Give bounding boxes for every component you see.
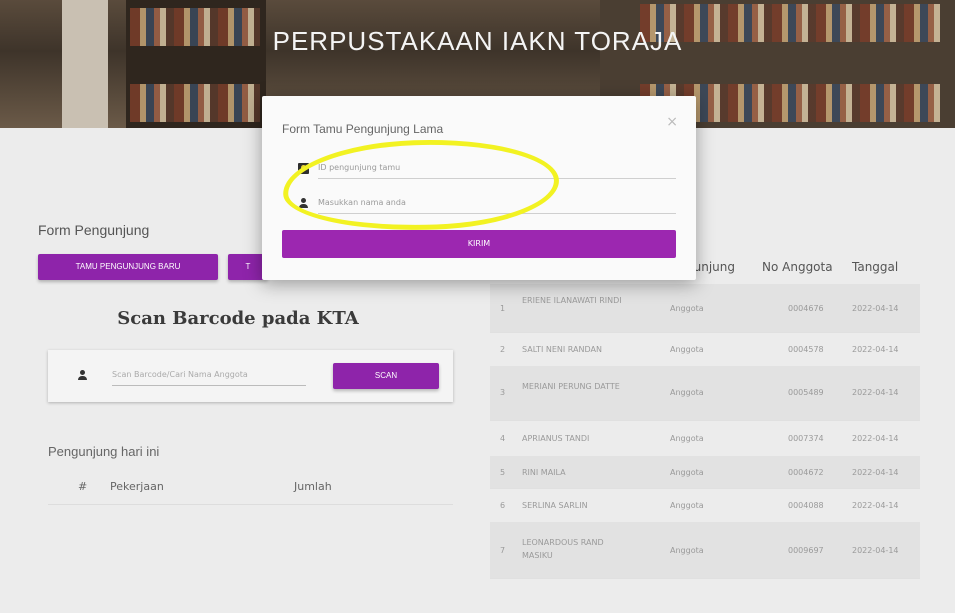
row-type: Anggota xyxy=(670,468,704,477)
modal-title: Form Tamu Pengunjung Lama xyxy=(282,122,444,136)
row-name: ERIENE ILANAWATI RINDI xyxy=(522,296,622,305)
page-title: PERPUSTAKAAN IAKN TORAJA xyxy=(272,26,683,56)
col-member-no: No Anggota xyxy=(762,260,833,274)
today-table-header: # Pekerjaan Jumlah xyxy=(48,474,453,505)
row-name: RINI MAILA xyxy=(522,468,566,477)
table-row[interactable]: 5 RINI MAILA Anggota 0004672 2022-04-14 xyxy=(490,456,920,489)
row-name: SERLINA SARLIN xyxy=(522,501,588,510)
row-type: Anggota xyxy=(670,304,704,313)
row-type: Anggota xyxy=(670,501,704,510)
row-member-no: 0004088 xyxy=(788,501,824,510)
banner-books xyxy=(130,84,260,122)
scan-input[interactable]: Scan Barcode/Cari Nama Anggota xyxy=(112,365,306,386)
row-member-no: 0004672 xyxy=(788,468,824,477)
row-number: 5 xyxy=(500,468,506,477)
row-number: 3 xyxy=(500,388,506,397)
row-member-no: 0009697 xyxy=(788,546,824,555)
scan-heading: Scan Barcode pada KTA xyxy=(117,308,359,329)
row-member-no: 0005489 xyxy=(788,388,824,397)
table-row[interactable]: 6 SERLINA SARLIN Anggota 0004088 2022-04… xyxy=(490,488,920,523)
today-title: Pengunjung hari ini xyxy=(48,444,160,459)
send-button[interactable]: KIRIM xyxy=(282,230,676,258)
table-row[interactable]: 4 APRIANUS TANDI Anggota 0007374 2022-04… xyxy=(490,420,920,457)
scan-button[interactable]: SCAN xyxy=(333,363,439,389)
row-member-no: 0007374 xyxy=(788,434,824,443)
table-row[interactable]: 2 SALTI NENI RANDAN Anggota 0004578 2022… xyxy=(490,332,920,367)
row-type: Anggota xyxy=(670,345,704,354)
row-member-no: 0004578 xyxy=(788,345,824,354)
banner-pillar xyxy=(62,0,108,128)
row-number: 1 xyxy=(500,304,506,313)
row-date: 2022-04-14 xyxy=(852,434,899,443)
row-type: Anggota xyxy=(670,546,704,555)
row-name: APRIANUS TANDI xyxy=(522,434,590,443)
row-date: 2022-04-14 xyxy=(852,501,899,510)
row-date: 2022-04-14 xyxy=(852,546,899,555)
row-name: MERIANI PERUNG DATTE xyxy=(522,382,620,391)
table-row[interactable]: 3 MERIANI PERUNG DATTE Anggota 0005489 2… xyxy=(490,366,920,421)
table-row[interactable]: 1 ERIENE ILANAWATI RINDI Anggota 0004676… xyxy=(490,284,920,333)
row-number: 2 xyxy=(500,345,506,354)
close-icon[interactable]: × xyxy=(666,114,678,130)
row-member-no: 0004676 xyxy=(788,304,824,313)
person-icon xyxy=(78,370,87,380)
row-date: 2022-04-14 xyxy=(852,468,899,477)
row-date: 2022-04-14 xyxy=(852,304,899,313)
row-date: 2022-04-14 xyxy=(852,345,899,354)
row-number: 6 xyxy=(500,501,506,510)
new-visitor-button[interactable]: TAMU PENGUNJUNG BARU xyxy=(38,254,218,280)
form-title: Form Pengunjung xyxy=(38,222,150,238)
row-name: LEONARDOUS RAND MASIKU xyxy=(522,538,604,560)
row-type: Anggota xyxy=(670,434,704,443)
table-row[interactable]: 7 LEONARDOUS RAND MASIKU Anggota 0009697… xyxy=(490,522,920,579)
col-date: Tanggal xyxy=(852,260,899,274)
row-type: Anggota xyxy=(670,388,704,397)
col-number: # xyxy=(78,480,88,493)
col-job: Pekerjaan xyxy=(110,480,164,493)
row-name: SALTI NENI RANDAN xyxy=(522,345,602,354)
col-count: Jumlah xyxy=(294,480,332,493)
row-number: 7 xyxy=(500,546,506,555)
row-date: 2022-04-14 xyxy=(852,388,899,397)
row-number: 4 xyxy=(500,434,506,443)
